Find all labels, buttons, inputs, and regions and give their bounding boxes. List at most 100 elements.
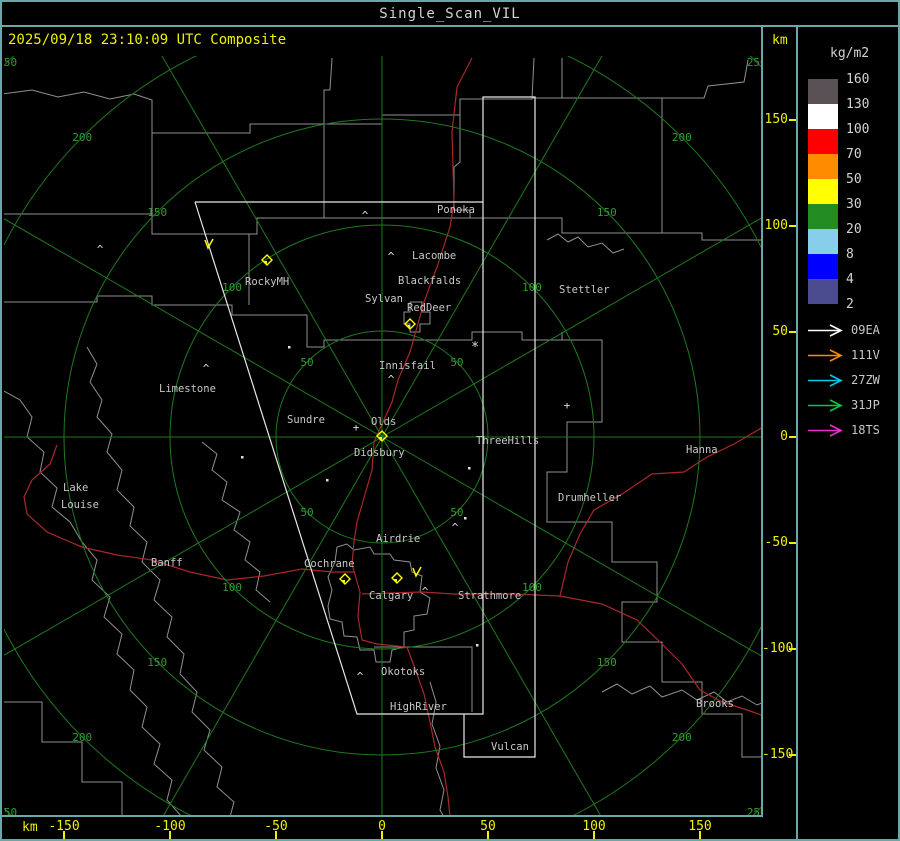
legend-color-swatch [808, 179, 838, 204]
town-caret-marker: ^ [422, 585, 429, 598]
legend-value-label: 2 [846, 297, 854, 312]
legend-value-label: 30 [846, 197, 862, 212]
scan-timestamp: 2025/09/18 23:10:09 UTC Composite [8, 32, 287, 48]
azimuth-spoke [381, 56, 603, 438]
range-ring-label: 100 [222, 281, 242, 294]
y-axis-unit-label: km [772, 33, 788, 48]
map-border-right [761, 27, 763, 817]
radar-site-dot [394, 579, 397, 582]
legend-value-label: 100 [846, 122, 870, 137]
town-caret-marker: ^ [388, 250, 395, 263]
y-axis-tick [789, 436, 796, 438]
y-axis-tick-label: -50 [764, 535, 788, 550]
legend-value-label: 160 [846, 72, 870, 87]
legend-value-label: 130 [846, 97, 870, 112]
range-ring-label: 200 [72, 131, 92, 144]
range-ring-label: 200 [72, 731, 92, 744]
radar-site-legend-row: 18TS [806, 423, 898, 437]
town-label: Lacombe [412, 250, 456, 262]
range-ring-label: 50 [450, 356, 463, 369]
dot-marker [468, 467, 471, 470]
town-caret-marker: ^ [362, 209, 369, 222]
town-label: Okotoks [381, 666, 425, 678]
dot-marker [241, 456, 244, 459]
town-caret-marker: ^ [388, 373, 395, 386]
range-ring-label: 150 [147, 656, 167, 669]
asterisk-marker: * [471, 340, 479, 355]
town-label: Airdrie [376, 533, 420, 545]
town-label: RedDeer [407, 302, 451, 314]
legend-color-swatch [808, 254, 838, 279]
plus-marker: + [353, 421, 360, 434]
y-axis-tick-label: 100 [764, 218, 788, 233]
panel-divider [796, 27, 798, 839]
x-axis-tick [381, 831, 383, 839]
azimuth-spoke [162, 436, 383, 817]
town-label: Calgary [369, 590, 413, 602]
town-label: RockyMH [245, 276, 289, 288]
dot-marker [326, 479, 329, 482]
legend-value-label: 70 [846, 147, 862, 162]
radar-site-legend-row: 111V [806, 348, 898, 362]
legend-color-swatch [808, 154, 838, 179]
town-label: Sylvan [365, 293, 403, 305]
town-label: Sundre [287, 414, 325, 426]
range-ring-label: 50 [300, 506, 313, 519]
town-label: Olds [371, 416, 396, 428]
radar-site-arrow-icon [808, 323, 843, 337]
radar-site-arrow-icon [808, 398, 843, 412]
x-axis-tick [593, 831, 595, 839]
x-axis-tick [487, 831, 489, 839]
x-axis-tick [699, 831, 701, 839]
town-caret-marker: ^ [203, 362, 210, 375]
legend-unit-label: kg/m2 [830, 46, 870, 61]
x-axis-tick [275, 831, 277, 839]
town-label: ThreeHills [476, 435, 539, 447]
radar-site-id-label: 18TS [851, 423, 880, 437]
title-bar: Single_Scan_VIL [2, 2, 898, 27]
legend-value-label: 50 [846, 172, 862, 187]
town-label: Hanna [686, 444, 718, 456]
town-label: Drumheller [558, 492, 621, 504]
azimuth-spoke [161, 56, 383, 438]
y-axis-tick [789, 648, 796, 650]
dot-marker [476, 644, 479, 647]
dot-marker [464, 517, 467, 520]
range-ring-label: 100 [522, 581, 542, 594]
radar-site-arrow-icon [808, 373, 843, 387]
map-border-bottom [2, 815, 763, 817]
town-label: Ponoka [437, 204, 475, 216]
town-label: HighRiver [390, 701, 447, 713]
radar-site-legend-row: 27ZW [806, 373, 898, 387]
range-ring-label: 250 [4, 56, 17, 69]
legend-color-swatch [808, 129, 838, 154]
town-label: Banff [151, 557, 183, 569]
town-label: Louise [61, 499, 99, 511]
range-ring-label: 200 [672, 731, 692, 744]
legend-value-label: 4 [846, 272, 854, 287]
town-label: Blackfalds [398, 275, 461, 287]
legend-value-label: 8 [846, 247, 854, 262]
radar-site-arrow-icon [808, 348, 843, 362]
town-label: Strathmore [458, 590, 521, 602]
map-svg[interactable]: 50 50 50 50 100 100 100 100 150 150 150 150 200 200 20… [4, 56, 763, 817]
range-ring-label: 150 [147, 206, 167, 219]
y-axis-tick [789, 331, 796, 333]
range-ring-label: 150 [597, 206, 617, 219]
legend-color-swatch [808, 279, 838, 304]
legend-color-swatch [808, 79, 838, 104]
y-axis-tick-label: -150 [762, 747, 794, 762]
azimuth-spoke [4, 218, 383, 438]
town-label: Didsbury [354, 447, 405, 459]
y-axis-tick-label: 150 [764, 112, 788, 127]
range-rings [4, 56, 763, 817]
town-label: Innisfail [379, 360, 436, 372]
check-marker [204, 238, 214, 250]
x-axis-tick [169, 831, 171, 839]
azimuth-spoke [4, 436, 383, 656]
y-axis-tick [789, 225, 796, 227]
legend-value-label: 20 [846, 222, 862, 237]
range-ring-label: 150 [597, 656, 617, 669]
radar-site-id-label: 27ZW [851, 373, 880, 387]
y-axis-tick [789, 119, 796, 121]
